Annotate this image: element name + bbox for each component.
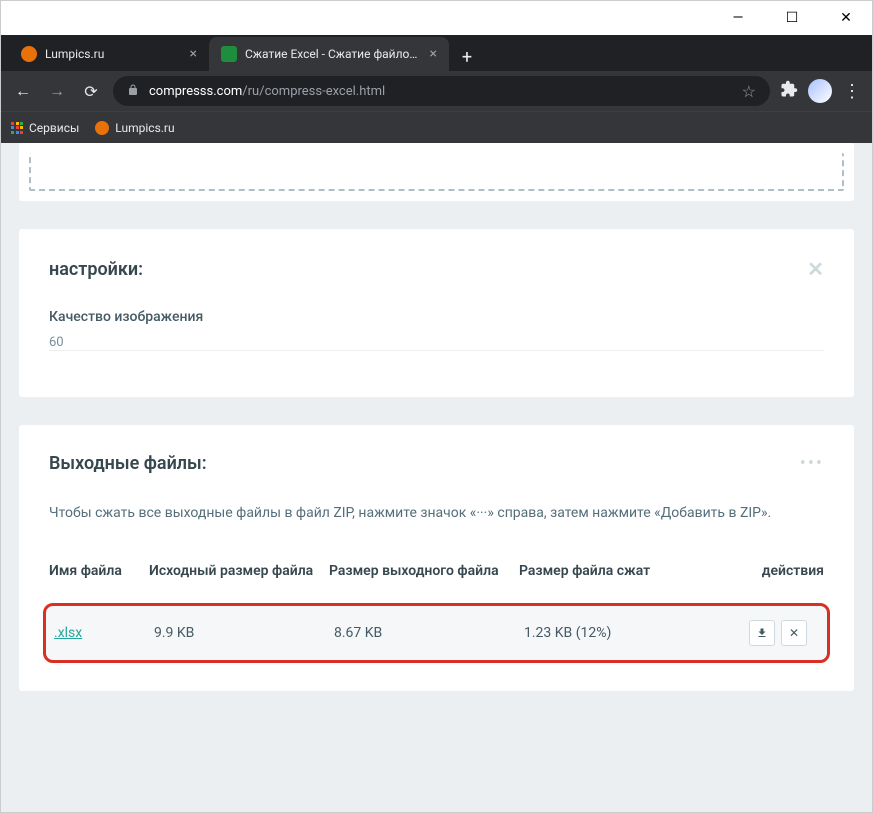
table-header-row: Имя файла Исходный размер файла Размер в… xyxy=(49,550,824,592)
tab-compress-excel[interactable]: Сжатие Excel - Сжатие файлов X × xyxy=(209,37,449,71)
profile-avatar[interactable] xyxy=(808,79,832,103)
tab-close-icon[interactable]: × xyxy=(430,46,437,62)
extensions-icon[interactable] xyxy=(780,80,798,102)
dropzone-card xyxy=(19,143,854,201)
output-size-cell: 8.67 KB xyxy=(334,625,524,641)
col-header-output-size: Размер выходного файла xyxy=(329,562,519,580)
browser-window: — ☐ ✕ Lumpics.ru × Сжатие Excel - Сжатие… xyxy=(0,0,873,813)
quality-label: Качество изображения xyxy=(49,309,824,325)
file-dropzone[interactable] xyxy=(29,153,844,191)
url-text: compresss.com/ru/compress-excel.html xyxy=(149,84,732,99)
tab-favicon-icon xyxy=(221,46,237,62)
lumpics-bookmark[interactable]: Lumpics.ru xyxy=(95,121,174,135)
settings-card: настройки: ✕ Качество изображения 60 xyxy=(19,229,854,397)
output-files-card: Выходные файлы: ••• Чтобы сжать все выхо… xyxy=(19,425,854,691)
tab-title: Lumpics.ru xyxy=(45,47,182,61)
tab-favicon-icon xyxy=(21,46,37,62)
bookmark-star-icon[interactable]: ☆ xyxy=(742,82,756,101)
tab-strip: Lumpics.ru × Сжатие Excel - Сжатие файло… xyxy=(1,35,872,71)
bookmark-favicon-icon xyxy=(95,121,109,135)
apps-bookmark[interactable]: Сервисы xyxy=(11,121,79,135)
actions-cell: ✕ xyxy=(674,620,819,646)
original-size-cell: 9.9 KB xyxy=(154,625,334,641)
window-maximize-button[interactable]: ☐ xyxy=(774,4,810,32)
bookmark-label: Lumpics.ru xyxy=(115,121,174,135)
table-row: .xlsx 9.9 KB 8.67 KB 1.23 KB (12%) ✕ xyxy=(43,603,830,663)
bookmarks-bar: Сервисы Lumpics.ru xyxy=(1,111,872,143)
tab-close-icon[interactable]: × xyxy=(190,46,197,62)
apps-grid-icon xyxy=(11,122,23,134)
window-minimize-button[interactable]: — xyxy=(720,4,756,32)
output-table: Имя файла Исходный размер файла Размер в… xyxy=(49,550,824,662)
close-icon: ✕ xyxy=(789,626,799,640)
forward-button[interactable]: → xyxy=(45,81,69,101)
download-icon xyxy=(756,627,768,639)
col-header-actions: действия xyxy=(669,562,824,580)
reload-button[interactable]: ⟳ xyxy=(79,82,103,101)
page-content[interactable]: настройки: ✕ Качество изображения 60 Вых… xyxy=(1,143,872,812)
bookmark-label: Сервисы xyxy=(29,121,79,135)
window-titlebar: — ☐ ✕ xyxy=(1,1,872,35)
lock-icon xyxy=(127,84,139,99)
tab-lumpics[interactable]: Lumpics.ru × xyxy=(9,37,209,71)
back-button[interactable]: ← xyxy=(11,81,35,101)
browser-menu-button[interactable]: ⋮ xyxy=(842,81,862,102)
compressed-size-cell: 1.23 KB (12%) xyxy=(524,625,674,641)
file-link[interactable]: .xlsx xyxy=(54,625,82,641)
new-tab-button[interactable]: + xyxy=(453,43,481,71)
col-header-original-size: Исходный размер файла xyxy=(149,562,329,580)
tab-title: Сжатие Excel - Сжатие файлов X xyxy=(245,47,422,61)
address-bar[interactable]: compresss.com/ru/compress-excel.html ☆ xyxy=(113,76,770,106)
download-button[interactable] xyxy=(749,620,775,646)
file-name-cell: .xlsx xyxy=(54,625,154,641)
output-more-button[interactable]: ••• xyxy=(800,453,824,474)
toolbar: ← → ⟳ compresss.com/ru/compress-excel.ht… xyxy=(1,71,872,111)
col-header-compressed: Размер файла сжат xyxy=(519,562,669,580)
settings-title: настройки: xyxy=(49,259,143,280)
output-title: Выходные файлы: xyxy=(49,453,207,474)
delete-button[interactable]: ✕ xyxy=(781,620,807,646)
browser-chrome: Lumpics.ru × Сжатие Excel - Сжатие файло… xyxy=(1,35,872,143)
quality-value[interactable]: 60 xyxy=(49,335,824,351)
close-settings-button[interactable]: ✕ xyxy=(807,257,824,281)
output-help-text: Чтобы сжать все выходные файлы в файл ZI… xyxy=(49,502,824,524)
col-header-name: Имя файла xyxy=(49,562,149,580)
window-close-button[interactable]: ✕ xyxy=(828,4,864,32)
